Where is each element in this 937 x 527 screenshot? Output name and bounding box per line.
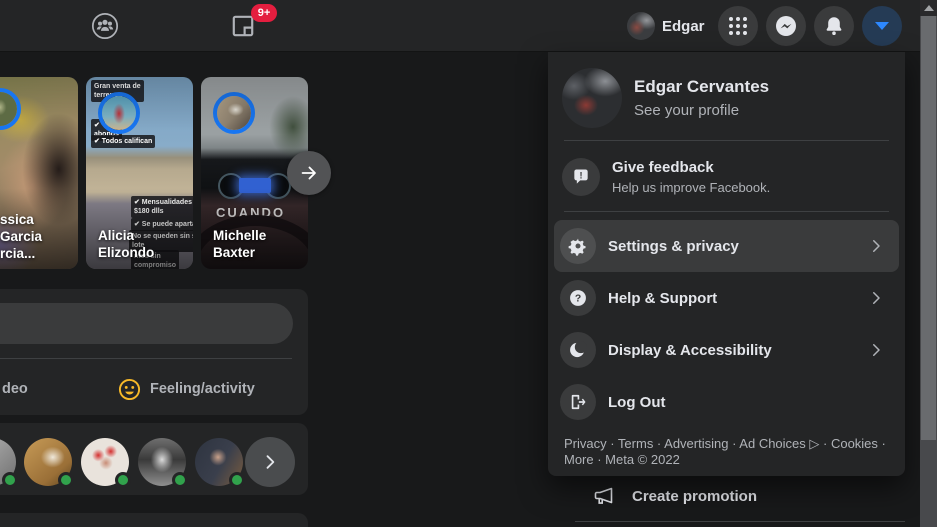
menu-item-label: Settings & privacy xyxy=(608,237,739,255)
chevron-right-icon xyxy=(266,455,275,469)
facebook-dark-screen: 9+ Edgar ssica Garcia rcia... Alicia Eli… xyxy=(0,0,937,527)
story-card-jessica-garcia[interactable]: ssica Garcia rcia... xyxy=(0,77,78,269)
profile-name: Edgar Cervantes xyxy=(634,77,770,96)
top-navigation-bar: 9+ Edgar xyxy=(0,0,937,52)
chevron-right-icon xyxy=(867,289,885,307)
online-indicator xyxy=(58,472,74,488)
logout-door-icon xyxy=(571,394,586,410)
scrollbar-up-arrow[interactable] xyxy=(920,0,937,16)
user-avatar-large xyxy=(562,68,622,128)
online-indicator xyxy=(172,472,188,488)
menu-profile-link[interactable]: Edgar Cervantes See your profile xyxy=(556,60,897,136)
menu-item-give-feedback[interactable]: ! Give feedback Help us improve Facebook… xyxy=(556,149,897,205)
account-menu-button[interactable] xyxy=(862,6,902,46)
create-promotion-button[interactable]: Create promotion xyxy=(592,484,757,508)
smiley-icon xyxy=(118,378,141,400)
profile-subtitle: See your profile xyxy=(634,102,740,119)
megaphone-icon xyxy=(594,487,613,504)
scrollbar-thumb[interactable] xyxy=(921,16,936,440)
feedback-subtitle: Help us improve Facebook. xyxy=(612,180,771,195)
gaming-notification-badge: 9+ xyxy=(251,4,277,22)
account-dropdown-menu: Edgar Cervantes See your profile ! Give … xyxy=(548,52,905,476)
right-rail-divider xyxy=(575,521,905,522)
menu-item-list: Settings & privacy ? Help & Support Disp… xyxy=(548,220,905,428)
feeling-activity-label: Feeling/activity xyxy=(150,381,255,397)
user-avatar-small xyxy=(627,12,655,40)
svg-text:!: ! xyxy=(579,170,582,180)
menu-grid-button[interactable] xyxy=(718,6,758,46)
whats-on-your-mind-input[interactable] xyxy=(0,303,293,344)
settings-icon-circle xyxy=(560,228,596,264)
menu-item-help-support[interactable]: ? Help & Support xyxy=(554,272,899,324)
profile-shortcut[interactable]: Edgar xyxy=(621,6,711,46)
grid-icon xyxy=(729,17,747,35)
chevron-down-icon xyxy=(875,22,889,30)
menu-divider xyxy=(564,211,889,212)
contact-avatar[interactable] xyxy=(195,438,245,488)
menu-item-label: Help & Support xyxy=(608,289,718,307)
moon-icon xyxy=(570,341,587,358)
menu-item-log-out[interactable]: Log Out xyxy=(554,376,899,428)
story-card-alicia-elizondo[interactable]: Gran venta de terrenos ✔ Ve abonos ✔ Tod… xyxy=(86,77,193,269)
story-author-name: Alicia Elizondo xyxy=(98,228,155,260)
feedback-title: Give feedback xyxy=(612,159,714,176)
stories-next-button[interactable] xyxy=(287,151,331,195)
online-indicator xyxy=(229,472,245,488)
contact-avatar[interactable] xyxy=(138,438,188,488)
display-icon-circle xyxy=(560,332,596,368)
online-indicator xyxy=(2,472,18,488)
menu-item-display-accessibility[interactable]: Display & Accessibility xyxy=(554,324,899,376)
feedback-bubble-icon: ! xyxy=(574,169,588,184)
next-feed-card-edge xyxy=(0,513,308,527)
bell-icon xyxy=(826,17,842,35)
messenger-button[interactable] xyxy=(766,6,806,46)
menu-item-label: Log Out xyxy=(608,393,666,411)
menu-item-settings-privacy[interactable]: Settings & privacy xyxy=(554,220,899,272)
page-scrollbar[interactable] xyxy=(920,0,937,527)
messenger-icon xyxy=(776,16,796,36)
contact-avatar[interactable] xyxy=(24,438,74,488)
svg-text:?: ? xyxy=(575,294,581,305)
groups-icon[interactable] xyxy=(91,12,119,40)
feedback-icon-circle: ! xyxy=(562,158,600,196)
story-author-name: ssica Garcia rcia... xyxy=(0,212,43,261)
chevron-right-icon xyxy=(867,237,885,255)
menu-footer-links[interactable]: Privacy · Terms · Advertising · Ad Choic… xyxy=(564,436,889,468)
create-promotion-label: Create promotion xyxy=(632,487,758,505)
gear-icon xyxy=(568,238,586,256)
user-first-name: Edgar xyxy=(662,17,705,35)
menu-divider xyxy=(564,140,889,141)
chevron-right-icon xyxy=(867,341,885,359)
help-icon-circle: ? xyxy=(560,280,596,316)
online-indicator xyxy=(115,472,131,488)
contacts-row-card xyxy=(0,423,308,495)
notifications-button[interactable] xyxy=(814,6,854,46)
feeling-activity-button[interactable]: Feeling/activity xyxy=(118,373,255,405)
contact-avatar[interactable] xyxy=(81,438,131,488)
composer-divider xyxy=(0,358,292,359)
contacts-next-button[interactable] xyxy=(245,437,295,487)
live-video-label-partial: deo xyxy=(2,381,28,397)
story-author-name: Michelle Baxter xyxy=(213,228,267,260)
question-icon: ? xyxy=(570,290,586,306)
live-video-button[interactable]: deo xyxy=(2,373,28,405)
contact-avatar[interactable] xyxy=(0,438,18,488)
menu-item-label: Display & Accessibility xyxy=(608,341,772,359)
logout-icon-circle xyxy=(560,384,596,420)
post-composer-card: deo Feeling/activity xyxy=(0,289,308,415)
arrow-right-icon xyxy=(301,166,316,180)
